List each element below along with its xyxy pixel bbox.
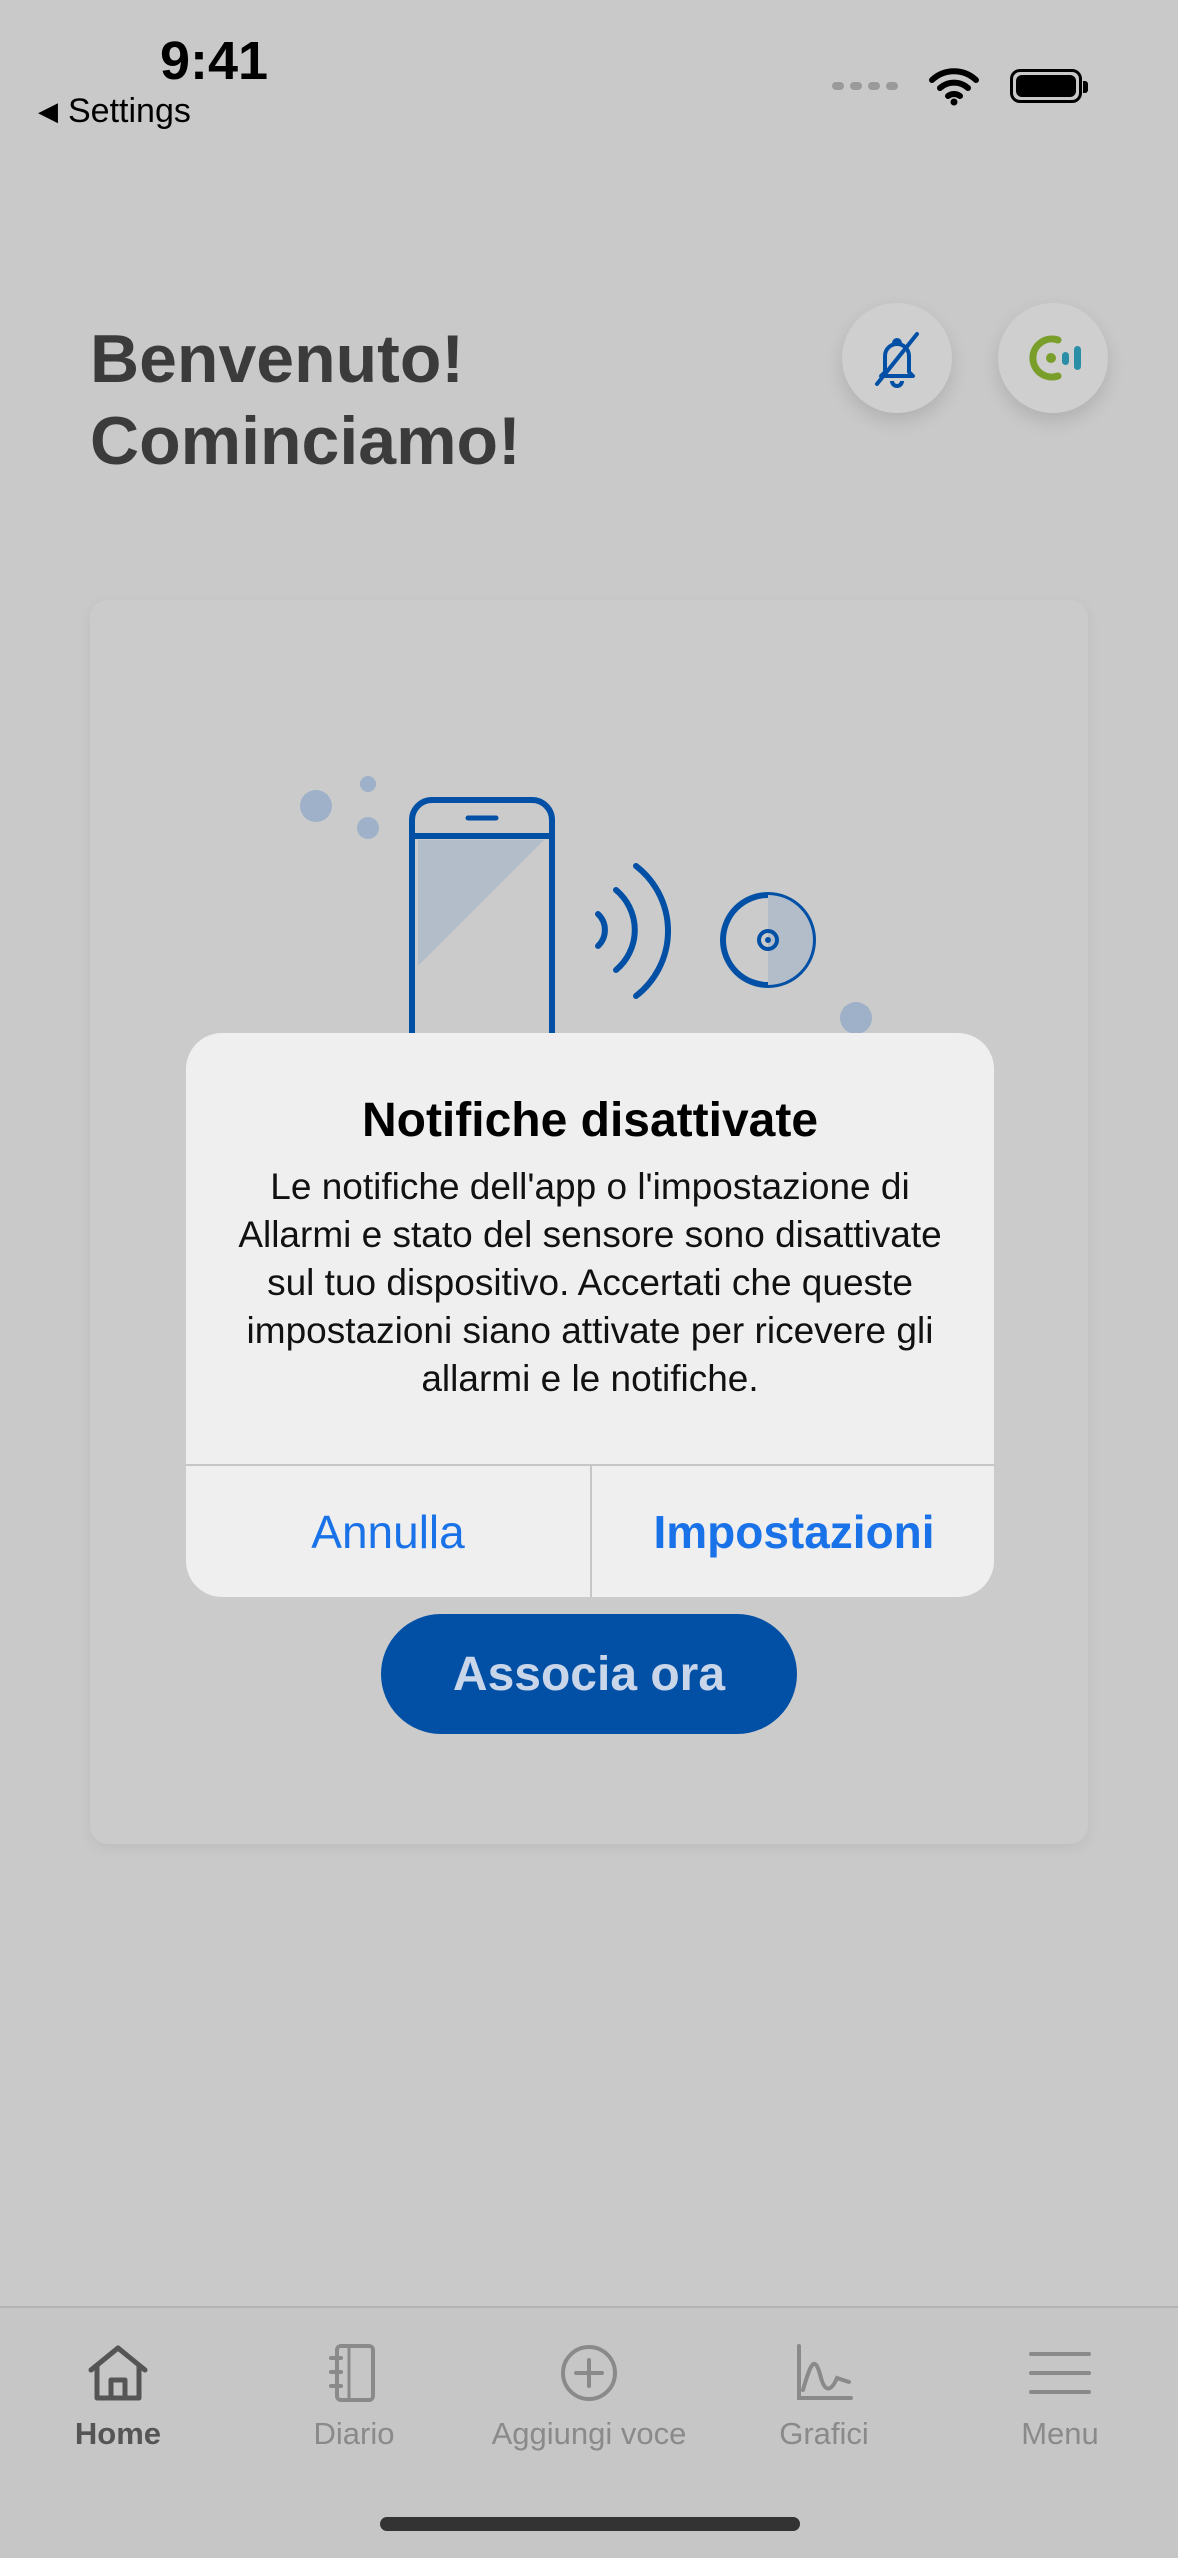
logbook-icon — [329, 2344, 375, 2402]
tab-home[interactable]: Home — [0, 2342, 236, 2452]
home-icon — [88, 2345, 148, 2401]
alert-title: Notifiche disattivate — [361, 1094, 819, 1147]
tab-diario[interactable]: Diario — [236, 2342, 472, 2452]
tab-add-entry-label: Aggiungi voce — [491, 2416, 687, 2451]
sensor-app-button[interactable] — [998, 303, 1108, 413]
chart-icon — [797, 2344, 853, 2400]
back-to-settings-link[interactable]: ◀ Settings — [38, 92, 191, 131]
welcome-line-2: Cominciamo! — [90, 403, 521, 479]
home-indicator — [380, 2517, 800, 2531]
add-circle-icon — [561, 2345, 617, 2401]
battery-icon — [1010, 69, 1088, 103]
status-time: 9:41 — [160, 31, 269, 91]
alert-settings-button[interactable]: Impostazioni — [592, 1466, 994, 1597]
tab-menu[interactable]: Menu — [942, 2342, 1178, 2452]
alert-cancel-button[interactable]: Annulla — [186, 1466, 590, 1597]
alert-message: Le notifiche dell'app o l'impostazione d… — [238, 1166, 942, 1399]
back-triangle-icon: ◀ — [38, 96, 58, 126]
cellular-signal-icon — [832, 82, 898, 90]
welcome-line-1: Benvenuto! — [90, 321, 464, 397]
tab-grafici[interactable]: Grafici — [706, 2342, 942, 2452]
menu-icon — [1029, 2352, 1091, 2394]
tab-home-label: Home — [74, 2416, 162, 2451]
tab-menu-label: Menu — [1021, 2416, 1099, 2451]
tab-add-entry[interactable]: Aggiungi voce — [471, 2342, 707, 2452]
sensor-app-icon — [1029, 335, 1081, 381]
notifications-button[interactable] — [842, 303, 952, 413]
pair-now-button[interactable]: Associa ora — [381, 1614, 797, 1734]
bell-off-icon — [875, 332, 919, 388]
tab-grafici-label: Grafici — [779, 2416, 869, 2451]
back-label: Settings — [68, 92, 191, 130]
wifi-icon — [929, 68, 979, 106]
phone-sensor-illustration — [300, 776, 872, 1040]
notifications-disabled-alert: Notifiche disattivate Le notifiche dell'… — [186, 1033, 994, 1597]
welcome-heading: Benvenuto! Cominciamo! — [90, 318, 521, 482]
tab-diario-label: Diario — [313, 2416, 395, 2451]
status-indicators — [832, 66, 1088, 106]
